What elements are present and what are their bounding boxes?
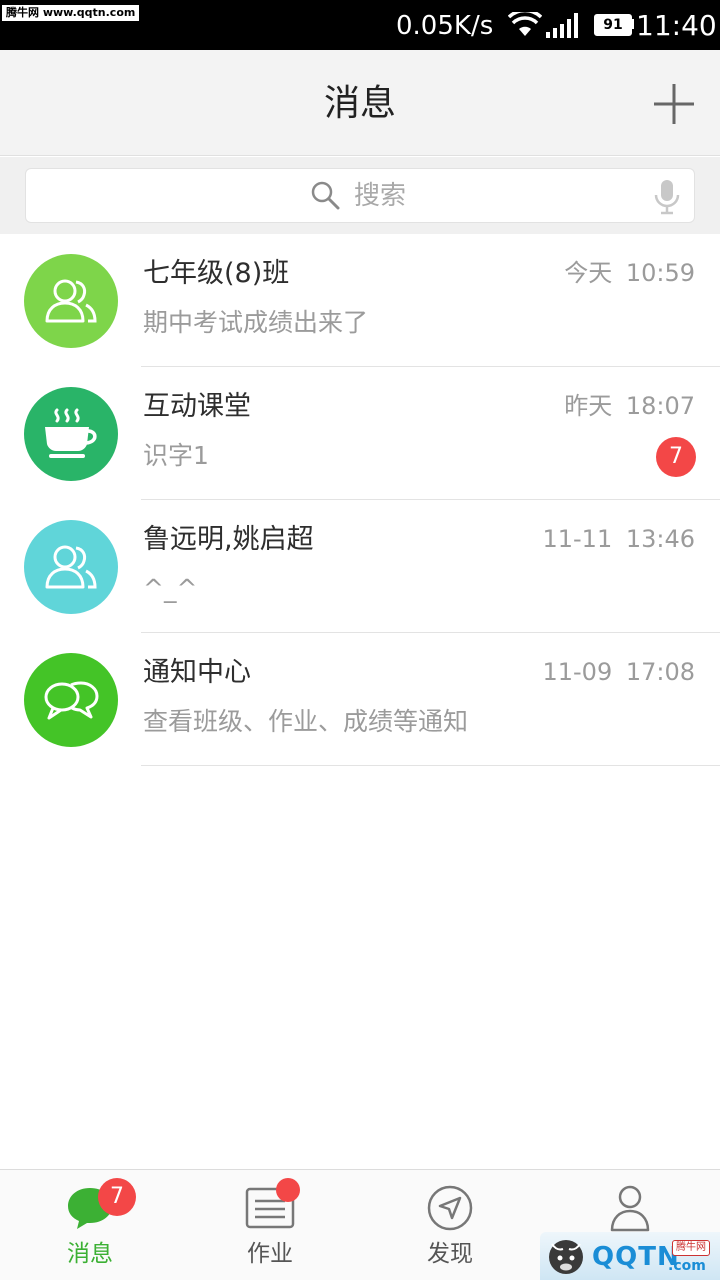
watermark-logo: QQTN 腾牛网 .com [540, 1232, 720, 1280]
nav-badge: 7 [98, 1178, 136, 1216]
microphone-icon[interactable] [654, 179, 680, 215]
search-placeholder: 搜索 [354, 181, 407, 211]
search-bar: 搜索 [0, 157, 720, 234]
coffee-cup-icon [45, 408, 97, 458]
group-avatar [24, 254, 118, 348]
page-title: 消息 [323, 83, 396, 124]
conversation-time: 11-11 13:46 [542, 525, 695, 553]
search-icon [311, 181, 340, 210]
watermark-brand: QQTN [592, 1242, 680, 1272]
conversation-name: 互动课堂 [143, 391, 251, 422]
compass-icon [427, 1185, 473, 1231]
conversation-time: 今天 10:59 [564, 259, 695, 287]
conversation-preview: ^_^ [143, 574, 198, 603]
unread-badge: 7 [656, 437, 696, 477]
conversation-item[interactable]: 通知中心 11-09 17:08 查看班级、作业、成绩等通知 [0, 633, 720, 766]
plus-icon[interactable] [650, 80, 698, 128]
search-input[interactable]: 搜索 [25, 168, 695, 223]
header-bar: 消息 [0, 50, 720, 156]
signal-icon [546, 13, 578, 38]
group-icon [45, 279, 97, 323]
status-bar: 腾牛网 www.qqtn.com 0.05K/s 91 11:40 [0, 0, 720, 50]
nav-tab-discover[interactable]: 发现 [360, 1170, 540, 1280]
bull-logo-icon [549, 1240, 583, 1274]
watermark-dotcom: .com [668, 1258, 706, 1274]
nav-label: 作业 [247, 1241, 293, 1267]
wifi-icon [508, 12, 542, 36]
clock: 11:40 [636, 9, 717, 42]
conversation-preview: 期中考试成绩出来了 [143, 308, 369, 337]
nav-label: 消息 [67, 1241, 113, 1267]
watermark-tag: 腾牛网 [672, 1240, 710, 1256]
nav-tab-messages[interactable]: 7 消息 [0, 1170, 180, 1280]
conversation-time: 昨天 18:07 [564, 392, 695, 420]
nav-tab-homework[interactable]: 作业 [180, 1170, 360, 1280]
conversation-name: 七年级(8)班 [143, 258, 290, 289]
nav-label: 发现 [427, 1241, 473, 1267]
conversation-time: 11-09 17:08 [542, 658, 695, 686]
nav-badge-dot [276, 1178, 300, 1202]
divider [141, 765, 720, 766]
conversation-item[interactable]: 七年级(8)班 今天 10:59 期中考试成绩出来了 [0, 234, 720, 367]
conversation-name: 通知中心 [143, 657, 251, 688]
watermark-text: 腾牛网 www.qqtn.com [2, 5, 140, 21]
notification-avatar [24, 653, 118, 747]
group-avatar [24, 520, 118, 614]
person-icon [610, 1185, 650, 1232]
battery-icon: 91 [594, 14, 632, 36]
group-icon [45, 545, 97, 589]
conversation-item[interactable]: 鲁远明,姚启超 11-11 13:46 ^_^ [0, 500, 720, 633]
chat-bubbles-icon [44, 681, 99, 720]
conversation-preview: 查看班级、作业、成绩等通知 [143, 707, 469, 736]
battery-tip [630, 19, 634, 29]
conversation-item[interactable]: 互动课堂 昨天 18:07 识字1 7 [0, 367, 720, 500]
conversation-preview: 识字1 [143, 441, 209, 470]
classroom-avatar [24, 387, 118, 481]
conversation-name: 鲁远明,姚启超 [143, 524, 314, 555]
network-speed: 0.05K/s [396, 11, 494, 41]
battery-level: 91 [596, 16, 630, 34]
